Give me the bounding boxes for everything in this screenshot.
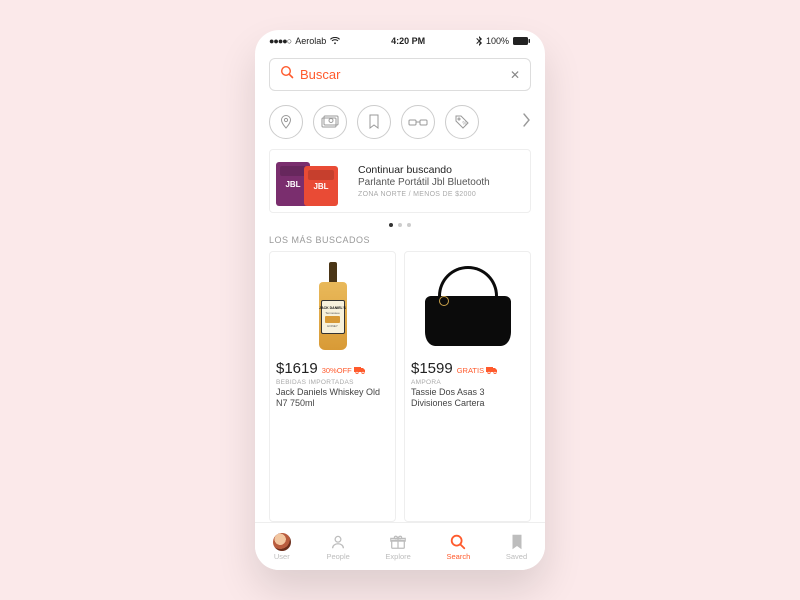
product-category: AMPORA	[411, 379, 524, 386]
truck-icon	[486, 366, 498, 376]
product-price: $1599	[411, 360, 453, 377]
status-bar: ●●●●○ Aerolab 4:20 PM 100%	[255, 30, 545, 52]
nav-label: User	[274, 552, 290, 561]
bottle-label: HONEY	[327, 324, 338, 328]
nav-user[interactable]: User	[273, 533, 291, 561]
search-bar[interactable]: ✕	[269, 58, 531, 91]
chevron-right-icon[interactable]	[523, 113, 531, 132]
nav-people[interactable]: People	[326, 533, 349, 561]
nav-search[interactable]: Search	[446, 533, 470, 561]
product-image	[411, 258, 524, 354]
bottom-nav: User People Explore Search Saved	[255, 522, 545, 570]
category-money[interactable]	[313, 105, 347, 139]
nav-explore[interactable]: Explore	[385, 533, 410, 561]
nav-label: Search	[446, 552, 470, 561]
bookmark-icon	[508, 533, 526, 551]
bluetooth-icon	[476, 36, 482, 46]
carousel-pagination	[255, 219, 545, 235]
product-name: Jack Daniels Whiskey Old N7 750ml	[276, 387, 389, 409]
category-location[interactable]	[269, 105, 303, 139]
phone-frame: ●●●●○ Aerolab 4:20 PM 100% ✕	[255, 30, 545, 570]
jbl-logo: JBL	[313, 182, 328, 191]
continue-thumbnail: JBL JBL	[276, 156, 350, 206]
product-image: JACK DANIEL'S Tennessee HONEY	[276, 258, 389, 354]
search-icon	[449, 533, 467, 551]
page-dot[interactable]	[398, 223, 402, 227]
bottle-label: JACK DANIEL'S	[319, 306, 346, 310]
category-tag[interactable]: %	[445, 105, 479, 139]
wifi-icon	[330, 37, 340, 45]
clock: 4:20 PM	[391, 36, 425, 46]
product-deal: GRATIS	[457, 366, 498, 376]
signal-dots: ●●●●○	[269, 36, 291, 46]
svg-text:%: %	[463, 121, 468, 127]
product-deal: 30%OFF	[322, 366, 366, 376]
section-title: LOS MÁS BUSCADOS	[255, 235, 545, 251]
continue-searching-card[interactable]: JBL JBL Continuar buscando Parlante Port…	[269, 149, 531, 213]
nav-label: People	[326, 552, 349, 561]
category-bookmark[interactable]	[357, 105, 391, 139]
nav-label: Saved	[506, 552, 527, 561]
continue-product-name: Parlante Portátil Jbl Bluetooth	[358, 177, 524, 189]
product-price: $1619	[276, 360, 318, 377]
jbl-logo: JBL	[285, 180, 300, 189]
bottle-label: Tennessee	[325, 311, 340, 315]
search-icon	[280, 65, 294, 84]
category-glasses[interactable]	[401, 105, 435, 139]
truck-icon	[354, 366, 366, 376]
product-name: Tassie Dos Asas 3 Divisiones Cartera	[411, 387, 524, 409]
nav-saved[interactable]: Saved	[506, 533, 527, 561]
battery-label: 100%	[486, 36, 509, 46]
clear-icon[interactable]: ✕	[510, 68, 520, 82]
category-scroller[interactable]: %	[255, 97, 545, 145]
product-card[interactable]: JACK DANIEL'S Tennessee HONEY $1619 30%O…	[269, 251, 396, 522]
nav-label: Explore	[385, 552, 410, 561]
avatar	[273, 533, 291, 551]
continue-meta: ZONA NORTE / MENOS DE $2000	[358, 191, 524, 198]
product-category: BEBIDAS IMPORTADAS	[276, 379, 389, 386]
product-grid: JACK DANIEL'S Tennessee HONEY $1619 30%O…	[255, 251, 545, 522]
carrier-label: Aerolab	[295, 36, 326, 46]
search-input[interactable]	[300, 67, 504, 82]
page-dot[interactable]	[407, 223, 411, 227]
battery-icon	[513, 37, 531, 45]
continue-title: Continuar buscando	[358, 164, 524, 176]
people-icon	[329, 533, 347, 551]
product-card[interactable]: $1599 GRATIS AMPORA Tassie Dos Asas 3 Di…	[404, 251, 531, 522]
page-dot[interactable]	[389, 223, 393, 227]
gift-icon	[389, 533, 407, 551]
